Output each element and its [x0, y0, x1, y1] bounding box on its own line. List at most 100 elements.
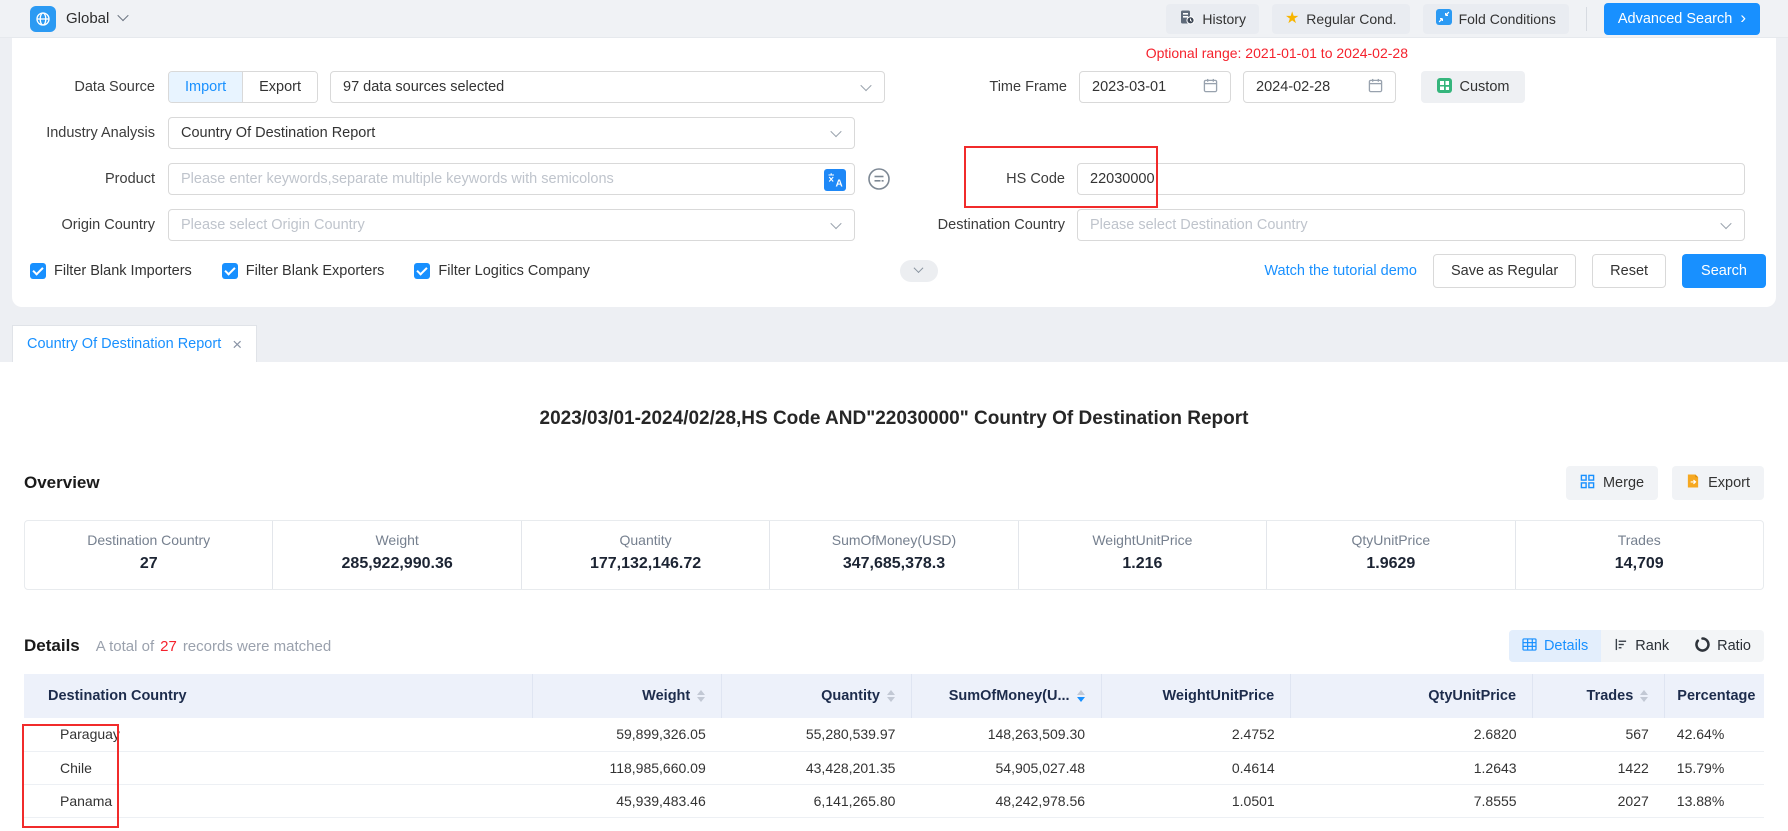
start-date-input[interactable]: 2023-03-01: [1079, 71, 1231, 103]
filter-blank-exporters-checkbox[interactable]: Filter Blank Exporters: [222, 263, 385, 279]
end-date-input[interactable]: 2024-02-28: [1243, 71, 1396, 103]
match-count: 27: [160, 638, 177, 655]
time-frame-label: Time Frame: [917, 79, 1067, 95]
origin-country-label: Origin Country: [12, 217, 155, 233]
sort-desc-active-icon[interactable]: [1077, 690, 1085, 702]
merge-button[interactable]: Merge: [1566, 466, 1658, 500]
cell-country: Chile: [24, 751, 532, 784]
chevron-down-icon: [830, 218, 841, 229]
details-header: Details A total of27records were matched…: [24, 630, 1764, 662]
hs-code-input[interactable]: [1078, 164, 1744, 194]
hs-code-label: HS Code: [915, 171, 1065, 187]
destination-country-select[interactable]: Please select Destination Country: [1077, 209, 1745, 241]
cell-sum: 54,905,027.48: [911, 751, 1101, 784]
cell-weight-unit-price: 1.0501: [1101, 784, 1291, 817]
calendar-icon: [1203, 78, 1218, 97]
sort-icon[interactable]: [697, 690, 705, 702]
chevron-down-icon: [914, 263, 924, 273]
tab-country-of-destination-report[interactable]: Country Of Destination Report ×: [12, 325, 257, 362]
stat-label: SumOfMoney(USD): [770, 532, 1017, 548]
form-row-datasource: Data Source Import Export 97 data source…: [12, 71, 1745, 103]
globe-icon[interactable]: [30, 6, 56, 32]
data-sources-select[interactable]: 97 data sources selected: [330, 71, 885, 103]
chevron-down-icon: [1720, 218, 1731, 229]
form-row-industry: Industry Analysis Country Of Destination…: [12, 117, 1745, 149]
origin-country-select[interactable]: Please select Origin Country: [168, 209, 855, 241]
calendar-icon: [1368, 78, 1383, 97]
tutorial-demo-link[interactable]: Watch the tutorial demo: [1264, 263, 1417, 279]
cell-country: Paraguay: [24, 718, 532, 751]
overview-stats-bar: Destination Country 27 Weight 285,922,99…: [24, 520, 1764, 590]
custom-label: Custom: [1460, 79, 1510, 95]
cell-quantity: 6,141,265.80: [722, 784, 912, 817]
col-sum-of-money-sorted-desc[interactable]: SumOfMoney(U...: [911, 674, 1101, 718]
import-tab[interactable]: Import: [169, 72, 242, 102]
reset-button[interactable]: Reset: [1592, 254, 1666, 288]
view-switcher: Details Rank Ratio: [1509, 630, 1764, 662]
export-tab[interactable]: Export: [242, 72, 317, 102]
fold-conditions-button[interactable]: Fold Conditions: [1423, 4, 1569, 34]
view-ratio-button[interactable]: Ratio: [1682, 630, 1764, 662]
industry-analysis-label: Industry Analysis: [12, 125, 155, 141]
table-row: Paraguay 59,899,326.05 55,280,539.97 148…: [24, 718, 1764, 751]
search-button[interactable]: Search: [1682, 254, 1766, 288]
synonym-expand-icon[interactable]: [867, 167, 891, 191]
stat-trades: Trades 14,709: [1515, 521, 1763, 589]
details-title: Details: [24, 636, 80, 656]
collapse-conditions-button[interactable]: [900, 260, 938, 282]
end-date-value: 2024-02-28: [1256, 79, 1330, 95]
sort-icon[interactable]: [887, 690, 895, 702]
cell-weight: 45,939,483.46: [532, 784, 722, 817]
col-trades-sortable[interactable]: Trades: [1533, 674, 1665, 718]
view-details-button[interactable]: Details: [1509, 630, 1601, 662]
filter-logitics-company-checkbox[interactable]: Filter Logitics Company: [414, 263, 590, 279]
save-as-regular-button[interactable]: Save as Regular: [1433, 254, 1576, 288]
view-ratio-label: Ratio: [1717, 638, 1751, 654]
sort-icon[interactable]: [1640, 690, 1648, 702]
hs-code-input-box: [1077, 163, 1745, 195]
history-icon: [1179, 9, 1195, 28]
view-rank-button[interactable]: Rank: [1601, 630, 1682, 662]
merge-label: Merge: [1603, 475, 1644, 491]
chevron-down-icon[interactable]: [118, 10, 129, 21]
custom-range-button[interactable]: Custom: [1421, 71, 1525, 103]
stat-weight-unit-price: WeightUnitPrice 1.216: [1018, 521, 1266, 589]
view-rank-label: Rank: [1635, 638, 1669, 654]
advanced-search-button[interactable]: Advanced Search ›: [1604, 3, 1760, 35]
cell-percentage: 42.64%: [1665, 718, 1764, 751]
fold-conditions-label: Fold Conditions: [1459, 11, 1556, 27]
cell-trades: 567: [1533, 718, 1665, 751]
filter-blank-importers-label: Filter Blank Importers: [54, 263, 192, 279]
donut-chart-icon: [1695, 637, 1710, 656]
product-input[interactable]: [169, 164, 854, 194]
industry-analysis-value: Country Of Destination Report: [181, 125, 375, 141]
cell-trades: 1422: [1533, 751, 1665, 784]
product-input-box: A: [168, 163, 855, 195]
report-content: 2023/03/01-2024/02/28,HS Code AND"220300…: [0, 408, 1788, 818]
start-date-value: 2023-03-01: [1092, 79, 1166, 95]
translate-icon[interactable]: A: [824, 169, 846, 194]
close-icon[interactable]: ×: [232, 336, 242, 353]
cell-percentage: 13.88%: [1665, 784, 1764, 817]
bar-chart-icon: [1614, 638, 1628, 655]
checkbox-checked-icon: [30, 263, 46, 279]
checkbox-checked-icon: [414, 263, 430, 279]
history-button[interactable]: History: [1166, 4, 1259, 34]
search-form-panel: Optional range: 2021-01-01 to 2024-02-28…: [12, 38, 1776, 307]
filter-blank-importers-checkbox[interactable]: Filter Blank Importers: [30, 263, 192, 279]
region-selector-label[interactable]: Global: [66, 10, 109, 27]
regular-cond-button[interactable]: ★ Regular Cond.: [1272, 4, 1410, 34]
export-button[interactable]: Export: [1672, 466, 1764, 500]
table-row: Chile 118,985,660.09 43,428,201.35 54,90…: [24, 751, 1764, 784]
cell-country: Panama: [24, 784, 532, 817]
table-row: Panama 45,939,483.46 6,141,265.80 48,242…: [24, 784, 1764, 817]
col-weight-sortable[interactable]: Weight: [532, 674, 722, 718]
industry-analysis-select[interactable]: Country Of Destination Report: [168, 117, 855, 149]
stat-label: Trades: [1516, 532, 1763, 548]
col-quantity-sortable[interactable]: Quantity: [722, 674, 912, 718]
stat-label: Destination Country: [25, 532, 272, 548]
export-icon: [1686, 473, 1700, 493]
fold-icon: [1436, 9, 1452, 28]
col-destination-country: Destination Country: [24, 674, 532, 718]
form-row-product-hscode: Product A HS Code: [12, 163, 1745, 195]
